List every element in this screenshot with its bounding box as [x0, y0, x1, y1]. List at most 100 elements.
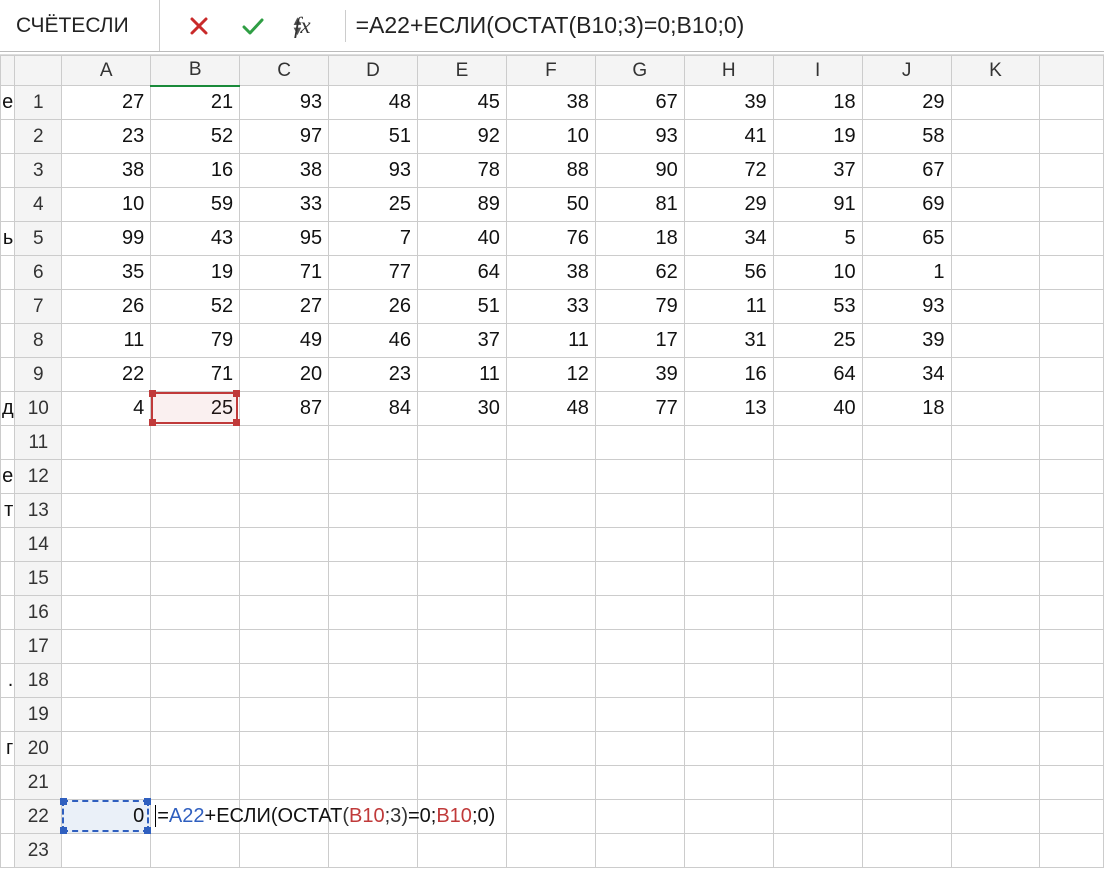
cell-g21[interactable] [595, 766, 684, 800]
cell-i1[interactable]: 18 [773, 86, 862, 120]
cell-h10[interactable]: 13 [684, 392, 773, 426]
cell-d12[interactable] [329, 460, 418, 494]
cell-i20[interactable] [773, 732, 862, 766]
cell-h1[interactable]: 39 [684, 86, 773, 120]
cell-d8[interactable]: 46 [329, 324, 418, 358]
cell-j9[interactable]: 34 [862, 358, 951, 392]
cell-g8[interactable]: 17 [595, 324, 684, 358]
cell-b12[interactable] [151, 460, 240, 494]
cell-h16[interactable] [684, 596, 773, 630]
cell-a13[interactable] [62, 494, 151, 528]
cell-e18[interactable] [418, 664, 507, 698]
cell-a12[interactable] [62, 460, 151, 494]
cell-b19[interactable] [151, 698, 240, 732]
cell-e19[interactable] [418, 698, 507, 732]
cell-b6[interactable]: 19 [151, 256, 240, 290]
cell-g10[interactable]: 77 [595, 392, 684, 426]
cell-c3[interactable]: 38 [240, 154, 329, 188]
cell-c6[interactable]: 71 [240, 256, 329, 290]
cell-h12[interactable] [684, 460, 773, 494]
cell-a21[interactable] [62, 766, 151, 800]
cell-d4[interactable]: 25 [329, 188, 418, 222]
cell-d15[interactable] [329, 562, 418, 596]
cell-h19[interactable] [684, 698, 773, 732]
cell-d23[interactable] [329, 834, 418, 868]
cell-c19[interactable] [240, 698, 329, 732]
cell-c18[interactable] [240, 664, 329, 698]
cell-b5[interactable]: 43 [151, 222, 240, 256]
cell-extra[interactable] [1040, 392, 1104, 426]
cell-c10[interactable]: 87 [240, 392, 329, 426]
row-header-23[interactable]: 23 [15, 834, 62, 868]
cell-d1[interactable]: 48 [329, 86, 418, 120]
cell-f21[interactable] [506, 766, 595, 800]
col-header-c[interactable]: C [240, 56, 329, 86]
cell-k17[interactable] [951, 630, 1040, 664]
cell-d11[interactable] [329, 426, 418, 460]
col-header-a[interactable]: A [62, 56, 151, 86]
cell-c2[interactable]: 97 [240, 120, 329, 154]
cell-g14[interactable] [595, 528, 684, 562]
cell-j21[interactable] [862, 766, 951, 800]
cell-c16[interactable] [240, 596, 329, 630]
row-header-19[interactable]: 19 [15, 698, 62, 732]
cell-c23[interactable] [240, 834, 329, 868]
cell-f1[interactable]: 38 [506, 86, 595, 120]
cell-j22[interactable] [862, 800, 951, 834]
cell-i7[interactable]: 53 [773, 290, 862, 324]
cell-b15[interactable] [151, 562, 240, 596]
cell-d7[interactable]: 26 [329, 290, 418, 324]
cell-f13[interactable] [506, 494, 595, 528]
cell-f16[interactable] [506, 596, 595, 630]
cell-e2[interactable]: 92 [418, 120, 507, 154]
cell-d16[interactable] [329, 596, 418, 630]
cell-h8[interactable]: 31 [684, 324, 773, 358]
cell-f17[interactable] [506, 630, 595, 664]
row-header-3[interactable]: 3 [15, 154, 62, 188]
cell-a23[interactable] [62, 834, 151, 868]
cell-extra[interactable] [1040, 324, 1104, 358]
cell-d6[interactable]: 77 [329, 256, 418, 290]
row-header-22[interactable]: 22 [15, 800, 62, 834]
cell-c9[interactable]: 20 [240, 358, 329, 392]
cell-j12[interactable] [862, 460, 951, 494]
spreadsheet-grid[interactable]: ABCDEFGHIJK е127219348453867391829223529… [0, 55, 1104, 868]
cell-h15[interactable] [684, 562, 773, 596]
cell-g18[interactable] [595, 664, 684, 698]
cell-a4[interactable]: 10 [62, 188, 151, 222]
row-header-20[interactable]: 20 [15, 732, 62, 766]
cell-j14[interactable] [862, 528, 951, 562]
cell-j16[interactable] [862, 596, 951, 630]
cell-h3[interactable]: 72 [684, 154, 773, 188]
cell-f10[interactable]: 48 [506, 392, 595, 426]
cell-c12[interactable] [240, 460, 329, 494]
cell-f18[interactable] [506, 664, 595, 698]
cell-e5[interactable]: 40 [418, 222, 507, 256]
cell-i12[interactable] [773, 460, 862, 494]
cell-k16[interactable] [951, 596, 1040, 630]
cell-f22[interactable] [506, 800, 595, 834]
cell-k11[interactable] [951, 426, 1040, 460]
cell-extra[interactable] [1040, 256, 1104, 290]
cell-e4[interactable]: 89 [418, 188, 507, 222]
cell-k21[interactable] [951, 766, 1040, 800]
cell-f12[interactable] [506, 460, 595, 494]
cell-h11[interactable] [684, 426, 773, 460]
cell-a3[interactable]: 38 [62, 154, 151, 188]
cell-extra[interactable] [1040, 120, 1104, 154]
row-header-9[interactable]: 9 [15, 358, 62, 392]
cell-f20[interactable] [506, 732, 595, 766]
cell-k22[interactable] [951, 800, 1040, 834]
cell-k8[interactable] [951, 324, 1040, 358]
cell-e7[interactable]: 51 [418, 290, 507, 324]
col-header-b[interactable]: B [151, 56, 240, 86]
cell-b9[interactable]: 71 [151, 358, 240, 392]
cell-e3[interactable]: 78 [418, 154, 507, 188]
col-header-d[interactable]: D [329, 56, 418, 86]
cell-h5[interactable]: 34 [684, 222, 773, 256]
cell-c8[interactable]: 49 [240, 324, 329, 358]
cell-i16[interactable] [773, 596, 862, 630]
cell-d9[interactable]: 23 [329, 358, 418, 392]
cell-i19[interactable] [773, 698, 862, 732]
cell-d20[interactable] [329, 732, 418, 766]
